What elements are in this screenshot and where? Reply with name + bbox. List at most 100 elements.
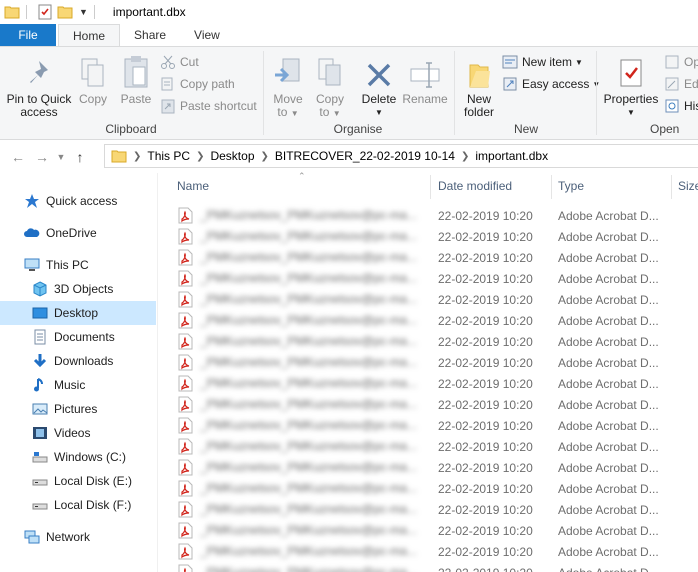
file-name: _PMKuznetsov_PMKuznetsov@pc-ma... bbox=[200, 523, 417, 537]
nav-onedrive[interactable]: OneDrive bbox=[0, 221, 156, 245]
nav-desktop[interactable]: Desktop bbox=[0, 301, 156, 325]
file-row[interactable]: _PMKuznetsov_PMKuznetsov@pc-ma... 22-02-2… bbox=[160, 352, 698, 373]
pdf-file-icon bbox=[178, 522, 193, 539]
file-row[interactable]: _PMKuznetsov_PMKuznetsov@pc-ma... 22-02-2… bbox=[160, 415, 698, 436]
file-row[interactable]: _PMKuznetsov_PMKuznetsov@pc-ma... 22-02-2… bbox=[160, 520, 698, 541]
file-row[interactable]: _PMKuznetsov_PMKuznetsov@pc-ma... 22-02-2… bbox=[160, 310, 698, 331]
move-to-button[interactable]: Move to ▼ bbox=[268, 53, 308, 120]
file-date-modified: 22-02-2019 10:20 bbox=[438, 524, 533, 538]
nav-pictures[interactable]: Pictures bbox=[0, 397, 156, 421]
chevron-right-icon[interactable]: ❯ bbox=[196, 151, 204, 162]
nav-3d-objects[interactable]: 3D Objects bbox=[0, 277, 156, 301]
organise-group: Move to ▼ Copy to ▼ Delete ▼ Rename Orga… bbox=[264, 47, 452, 139]
file-row[interactable]: _PMKuznetsov_PMKuznetsov@pc-ma... 22-02-2… bbox=[160, 373, 698, 394]
nav-videos[interactable]: Videos bbox=[0, 421, 156, 445]
paste-button[interactable]: Paste bbox=[116, 53, 156, 106]
file-row[interactable]: _PMKuznetsov_PMKuznetsov@pc-ma... 22-02-2… bbox=[160, 289, 698, 310]
open-group: Properties ▼ Op Edi His Open bbox=[598, 47, 698, 139]
file-row[interactable]: _PMKuznetsov_PMKuznetsov@pc-ma... 22-02-2… bbox=[160, 247, 698, 268]
chevron-right-icon[interactable]: ❯ bbox=[261, 151, 269, 162]
easy-access-button[interactable]: Easy access ▼ bbox=[502, 75, 600, 93]
navigation-bar: ← → ▼ ↑ ❯ This PC ❯ Desktop ❯ BITRECOVER… bbox=[0, 140, 698, 173]
back-button[interactable]: ← bbox=[6, 145, 30, 169]
pdf-file-icon bbox=[178, 333, 193, 350]
file-type: Adobe Acrobat D... bbox=[558, 545, 659, 559]
file-date-modified: 22-02-2019 10:20 bbox=[438, 461, 533, 475]
pdf-file-icon bbox=[178, 249, 193, 266]
tab-share[interactable]: Share bbox=[120, 24, 180, 46]
new-folder-button[interactable]: New folder bbox=[458, 53, 500, 119]
column-header-date-modified[interactable]: Date modified bbox=[438, 173, 512, 199]
file-type: Adobe Acrobat D... bbox=[558, 209, 659, 223]
file-name: _PMKuznetsov_PMKuznetsov@pc-ma... bbox=[200, 397, 417, 411]
tab-file[interactable]: File bbox=[0, 24, 56, 46]
file-row[interactable]: _PMKuznetsov_PMKuznetsov@pc-ma... 22-02-2… bbox=[160, 499, 698, 520]
file-date-modified: 22-02-2019 10:20 bbox=[438, 335, 533, 349]
file-type: Adobe Acrobat D... bbox=[558, 440, 659, 454]
file-row[interactable]: _PMKuznetsov_PMKuznetsov@pc-ma... 22-02-2… bbox=[160, 268, 698, 289]
address-bar[interactable]: ❯ This PC ❯ Desktop ❯ BITRECOVER_22-02-2… bbox=[104, 144, 698, 168]
new-item-button[interactable]: New item ▼ bbox=[502, 53, 583, 71]
file-row[interactable]: _PMKuznetsov_PMKuznetsov@pc-ma... 22-02-2… bbox=[160, 457, 698, 478]
history-button[interactable]: His bbox=[664, 97, 698, 115]
cut-button[interactable]: Cut bbox=[160, 53, 199, 71]
tab-view[interactable]: View bbox=[180, 24, 234, 46]
edit-button[interactable]: Edi bbox=[664, 75, 698, 93]
file-row[interactable]: _PMKuznetsov_PMKuznetsov@pc-ma... 22-02-2… bbox=[160, 541, 698, 562]
pdf-file-icon bbox=[178, 564, 193, 572]
forward-button[interactable]: → bbox=[30, 145, 54, 169]
paste-shortcut-button[interactable]: Paste shortcut bbox=[160, 97, 257, 115]
nav-documents[interactable]: Documents bbox=[0, 325, 156, 349]
copy-path-button[interactable]: Copy path bbox=[160, 75, 235, 93]
breadcrumb-desktop[interactable]: Desktop bbox=[210, 149, 254, 163]
delete-button[interactable]: Delete ▼ bbox=[358, 53, 400, 119]
nav-music[interactable]: Music bbox=[0, 373, 156, 397]
copy-to-button[interactable]: Copy to ▼ bbox=[310, 53, 350, 120]
file-row[interactable]: _PMKuznetsov_PMKuznetsov@pc-ma... 22-02-2… bbox=[160, 394, 698, 415]
chevron-right-icon[interactable]: ❯ bbox=[461, 151, 469, 162]
file-row[interactable]: _PMKuznetsov_PMKuznetsov@pc-ma... 22-02-2… bbox=[160, 478, 698, 499]
column-header-name[interactable]: Name bbox=[177, 173, 209, 199]
document-icon bbox=[34, 329, 46, 345]
music-icon bbox=[34, 378, 43, 392]
open-button[interactable]: Op bbox=[664, 53, 698, 71]
tab-home[interactable]: Home bbox=[58, 24, 121, 46]
nav-local-disk-e[interactable]: Local Disk (E:) bbox=[0, 469, 156, 493]
properties-button[interactable]: Properties ▼ bbox=[602, 53, 660, 119]
breadcrumb-important-dbx[interactable]: important.dbx bbox=[475, 149, 548, 163]
file-type: Adobe Acrobat D... bbox=[558, 566, 659, 572]
pdf-file-icon bbox=[178, 207, 193, 224]
download-icon bbox=[33, 354, 47, 368]
nav-this-pc[interactable]: This PC bbox=[0, 253, 156, 277]
file-name: _PMKuznetsov_PMKuznetsov@pc-ma... bbox=[200, 376, 417, 390]
customize-toolbar-icon[interactable]: ▼ bbox=[79, 7, 88, 17]
chevron-right-icon[interactable]: ❯ bbox=[133, 151, 141, 162]
nav-downloads[interactable]: Downloads bbox=[0, 349, 156, 373]
properties-icon[interactable] bbox=[37, 4, 53, 20]
file-row[interactable]: _PMKuznetsov_PMKuznetsov@pc-ma... 22-02-2… bbox=[160, 226, 698, 247]
pin-quick-access-button[interactable]: Pin to Quick access bbox=[4, 53, 74, 119]
nav-local-disk-f[interactable]: Local Disk (F:) bbox=[0, 493, 156, 517]
up-button[interactable]: ↑ bbox=[68, 145, 92, 169]
file-type: Adobe Acrobat D... bbox=[558, 356, 659, 370]
file-type: Adobe Acrobat D... bbox=[558, 482, 659, 496]
file-row[interactable]: _PMKuznetsov_PMKuznetsov@pc-ma... 22-02-2… bbox=[160, 205, 698, 226]
new-folder-icon[interactable] bbox=[57, 4, 73, 20]
nav-network[interactable]: Network bbox=[0, 525, 156, 549]
quick-access-toolbar: ▼ bbox=[0, 4, 101, 20]
column-header-size[interactable]: Size bbox=[678, 173, 698, 199]
file-name: _PMKuznetsov_PMKuznetsov@pc-ma... bbox=[200, 208, 417, 222]
file-row[interactable]: _PMKuznetsov_PMKuznetsov@pc-ma... 22-02-2… bbox=[160, 562, 698, 572]
column-header-type[interactable]: Type bbox=[558, 173, 584, 199]
copy-button[interactable]: Copy bbox=[74, 53, 112, 106]
file-row[interactable]: _PMKuznetsov_PMKuznetsov@pc-ma... 22-02-2… bbox=[160, 436, 698, 457]
nav-windows-c[interactable]: Windows (C:) bbox=[0, 445, 156, 469]
file-row[interactable]: _PMKuznetsov_PMKuznetsov@pc-ma... 22-02-2… bbox=[160, 331, 698, 352]
recent-locations-button[interactable]: ▼ bbox=[54, 145, 68, 169]
file-name: _PMKuznetsov_PMKuznetsov@pc-ma... bbox=[200, 250, 417, 264]
nav-quick-access[interactable]: Quick access bbox=[0, 189, 156, 213]
breadcrumb-this-pc[interactable]: This PC bbox=[147, 149, 190, 163]
rename-button[interactable]: Rename bbox=[402, 53, 448, 106]
delete-x-icon bbox=[367, 63, 391, 87]
breadcrumb-bitrecover[interactable]: BITRECOVER_22-02-2019 10-14 bbox=[275, 149, 455, 163]
